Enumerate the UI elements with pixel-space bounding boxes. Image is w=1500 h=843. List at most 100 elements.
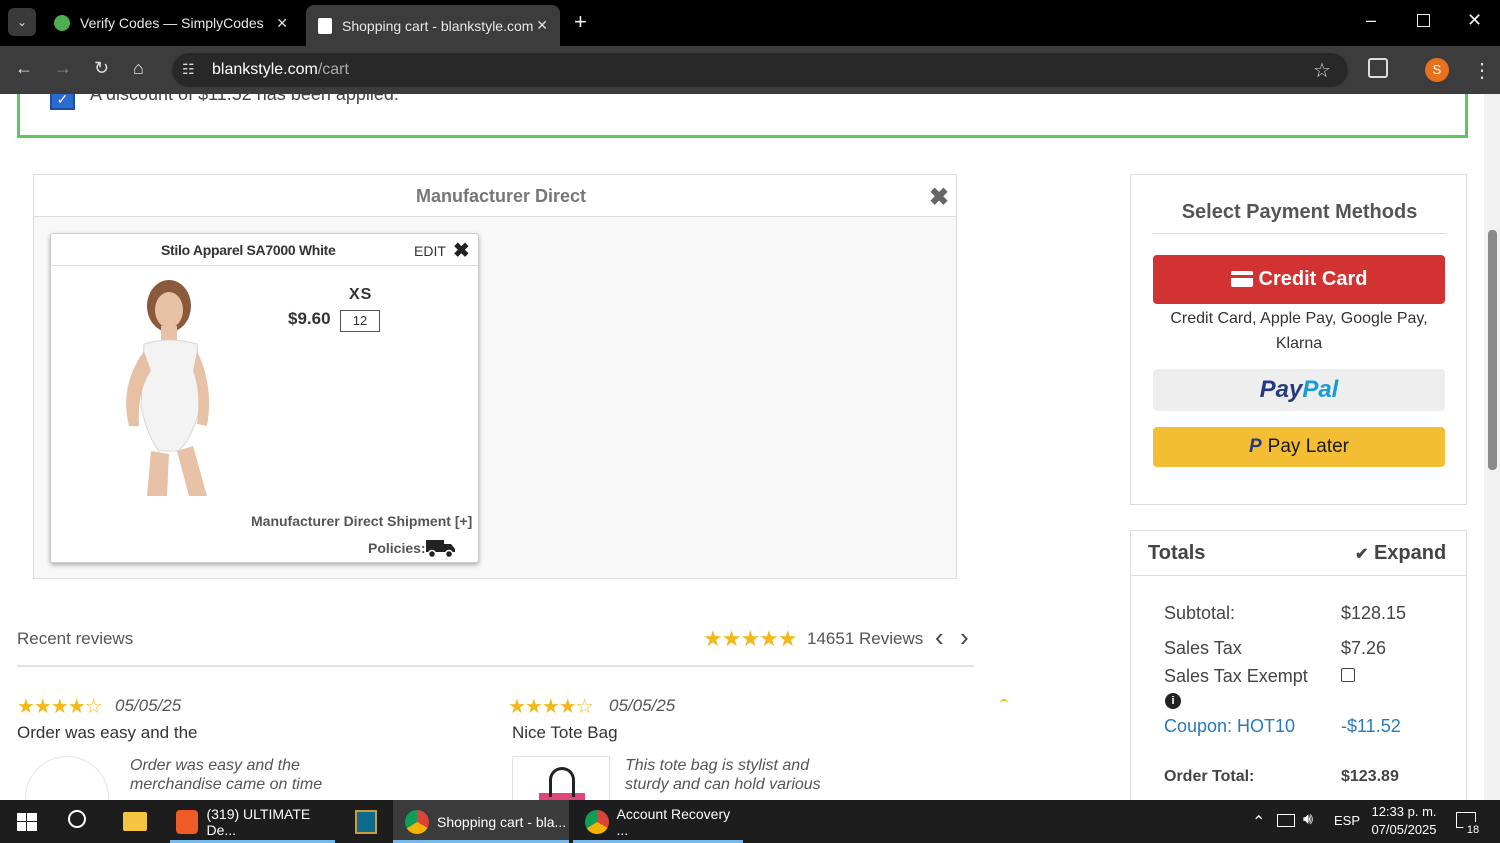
reviews-next-icon[interactable]: ›: [960, 622, 969, 653]
divider: [1153, 233, 1446, 234]
taskbar-chrome-account[interactable]: Account Recovery ...: [573, 800, 743, 843]
tab-title: Verify Codes — SimplyCodes: [80, 15, 264, 31]
show-hidden-icons-icon[interactable]: ⌃: [1252, 812, 1265, 832]
close-window-button[interactable]: ✕: [1467, 10, 1482, 31]
minimize-button[interactable]: –: [1366, 10, 1376, 31]
reviews-prev-icon[interactable]: ‹: [935, 622, 944, 653]
review-2-product-image: [512, 756, 610, 800]
discount-text: A discount of $11.52 has been applied.: [90, 94, 399, 104]
search-icon[interactable]: [68, 810, 86, 828]
volume-icon[interactable]: 🔊︎: [1303, 811, 1313, 829]
blankstyle-icon: [318, 17, 332, 34]
pay-later-button[interactable]: P Pay Later: [1153, 427, 1445, 467]
file-explorer-icon[interactable]: [123, 812, 147, 831]
taskbar-chrome-shopping[interactable]: Shopping cart - bla...: [393, 800, 569, 843]
taskbar-app-label: (319) ULTIMATE De...: [206, 805, 311, 838]
shipment-toggle[interactable]: Manufacturer Direct Shipment [+]: [251, 513, 472, 529]
paypal-logo-part: Pay: [1259, 376, 1303, 403]
taskbar-brave[interactable]: (319) ULTIMATE De...: [170, 800, 335, 843]
taskbar-app-label: Account Recovery ...: [616, 805, 731, 838]
coupon-value: -$11.52: [1341, 716, 1401, 736]
review-1-stars: ★★★★☆: [17, 696, 103, 718]
network-icon[interactable]: [1277, 814, 1295, 827]
review-2-title: Nice Tote Bag: [512, 723, 618, 742]
tab-simplycodes[interactable]: Verify Codes — SimplyCodes ✕: [42, 5, 300, 41]
info-icon[interactable]: i: [1165, 693, 1181, 709]
policies-label: Policies:: [368, 540, 426, 556]
quantity-input[interactable]: 12: [340, 310, 380, 332]
product-image: [126, 280, 210, 496]
back-icon[interactable]: ←: [15, 58, 33, 79]
new-tab-button[interactable]: +: [574, 9, 587, 35]
close-tab-icon[interactable]: ✕: [276, 15, 288, 32]
rating-stars: ★★★★★: [703, 626, 798, 651]
taskbar-app-label: Shopping cart - bla...: [437, 813, 567, 830]
url-text[interactable]: blankstyle.com/cart: [212, 61, 349, 79]
scrollbar-thumb[interactable]: [1488, 230, 1497, 470]
divider: [17, 665, 974, 667]
credit-card-label: Credit Card: [1258, 268, 1368, 290]
loading-spinner-icon: [1000, 699, 1008, 707]
forward-icon[interactable]: →: [54, 58, 72, 79]
language-indicator[interactable]: ESP: [1334, 813, 1360, 828]
totals-title: Totals: [1148, 542, 1206, 564]
clock-time: 12:33 p. m.: [1371, 804, 1437, 819]
review-2-date: 05/05/25: [609, 696, 676, 715]
tab-search-button[interactable]: ⌄: [8, 8, 36, 36]
windows-taskbar: (319) ULTIMATE De... Shopping cart - bla…: [0, 800, 1500, 843]
manufacturer-header: Manufacturer Direct ✖: [34, 175, 956, 217]
paypal-button[interactable]: PayPal: [1153, 369, 1445, 411]
close-tab-icon[interactable]: ✕: [536, 17, 548, 34]
league-icon[interactable]: [355, 810, 377, 834]
review-2-body: This tote bag is stylist and sturdy and …: [625, 756, 821, 794]
windows-start-icon[interactable]: [17, 813, 37, 831]
review-2-body-line: sturdy and can hold various: [625, 776, 821, 793]
reload-icon[interactable]: ↻: [94, 58, 109, 79]
restore-button[interactable]: [1417, 14, 1430, 27]
brave-icon: [176, 809, 199, 834]
page-content: ✓ A discount of $11.52 has been applied.…: [0, 94, 1484, 800]
browser-tab-bar: ⌄ Verify Codes — SimplyCodes ✕ Shopping …: [0, 0, 1500, 46]
clock-date: 07/05/2025: [1371, 822, 1437, 837]
review-1-body: Order was easy and the merchandise came …: [130, 756, 322, 794]
paypal-icon: P: [1248, 436, 1262, 457]
site-info-icon[interactable]: ☷: [182, 61, 195, 78]
credit-card-button[interactable]: Credit Card: [1153, 255, 1445, 304]
review-1-avatar: [25, 756, 109, 800]
credit-card-description: Credit Card, Apple Pay, Google Pay, Klar…: [1170, 310, 1428, 352]
product-name: Stilo Apparel SA7000 White: [161, 242, 336, 258]
review-1-body-line: Order was easy and the: [130, 757, 300, 774]
url-host: blankstyle.com: [212, 61, 318, 78]
expand-button[interactable]: ✔ Expand: [1355, 542, 1446, 565]
order-total-value: $123.89: [1341, 768, 1399, 785]
expand-label: Expand: [1373, 542, 1447, 564]
edit-button[interactable]: EDIT: [414, 243, 446, 259]
cart-item-header: Stilo Apparel SA7000 White EDIT ✖: [51, 234, 478, 266]
credit-card-icon: [1230, 271, 1253, 287]
profile-avatar[interactable]: S: [1425, 58, 1449, 82]
subtotal-label: Subtotal:: [1164, 603, 1236, 623]
totals-panel: Totals ✔ Expand Subtotal: $128.15 Sales …: [1130, 530, 1467, 800]
sales-tax-label: Sales Tax: [1164, 638, 1242, 658]
chrome-icon: [405, 809, 429, 834]
discount-checkbox: ✓: [50, 94, 75, 110]
review-count[interactable]: 14651 Reviews: [807, 629, 923, 649]
payment-methods-title: Select Payment Methods: [1181, 201, 1418, 223]
extensions-icon[interactable]: [1368, 58, 1388, 78]
payment-methods-panel: Select Payment Methods Credit Card Credi…: [1130, 174, 1467, 505]
bookmark-star-icon[interactable]: ☆: [1313, 58, 1331, 83]
truck-icon[interactable]: [426, 537, 456, 559]
review-1-body-line: merchandise came on time: [130, 776, 323, 793]
menu-icon[interactable]: ⋮: [1472, 58, 1492, 83]
remove-item-icon[interactable]: ✖: [453, 238, 470, 263]
manufacturer-title: Manufacturer Direct: [415, 186, 587, 206]
clock[interactable]: 12:33 p. m. 07/05/2025: [1370, 803, 1438, 839]
close-icon[interactable]: ✖: [929, 183, 949, 212]
product-size: XS: [349, 286, 373, 303]
chevron-down-icon: ✔: [1355, 546, 1369, 563]
review-1-title: Order was easy and the: [17, 723, 198, 742]
tab-shopping-cart[interactable]: Shopping cart - blankstyle.com ✕: [306, 5, 560, 46]
review-2-body-line: This tote bag is stylist and: [625, 757, 810, 774]
home-icon[interactable]: ⌂: [133, 58, 144, 79]
tax-exempt-checkbox[interactable]: [1341, 668, 1355, 682]
